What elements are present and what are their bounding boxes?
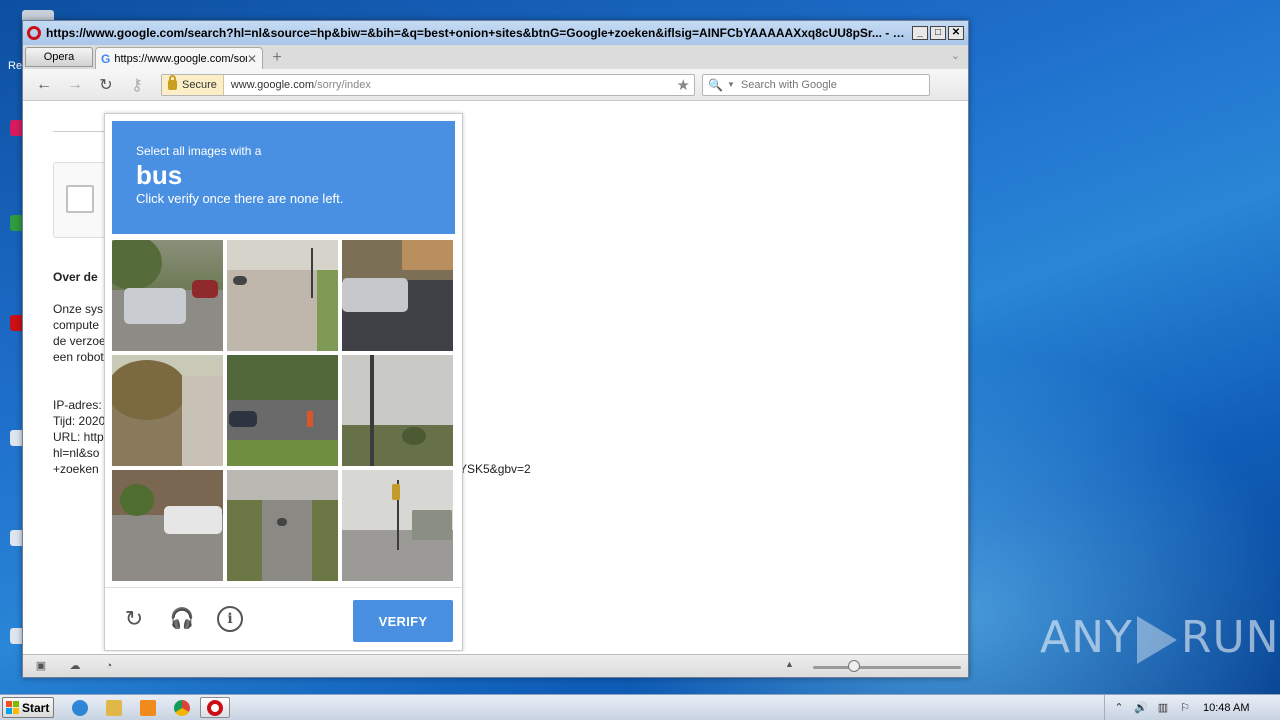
secure-badge[interactable]: Secure — [162, 74, 224, 95]
start-button[interactable]: Start — [2, 697, 54, 718]
address-bar[interactable]: Secure www.google.com/sorry/index ★ — [161, 73, 695, 96]
reload-button[interactable]: ↻ — [95, 75, 117, 95]
clock[interactable]: 10:48 AM — [1203, 702, 1249, 714]
minimize-button[interactable]: _ — [912, 26, 928, 40]
url-line: +zoeken — [53, 462, 99, 476]
opera-window: https://www.google.com/search?hl=nl&sour… — [22, 20, 969, 678]
verify-button[interactable]: VERIFY — [353, 600, 453, 642]
body-line: de verzoe — [53, 334, 106, 348]
url-line: URL: http — [53, 430, 104, 444]
zoom-slider[interactable] — [813, 666, 961, 669]
title-bar[interactable]: https://www.google.com/search?hl=nl&sour… — [23, 21, 968, 45]
watermark-right: RUN — [1180, 612, 1280, 663]
opera-menu-button[interactable]: Opera — [25, 47, 93, 67]
forward-button[interactable]: → — [64, 76, 86, 94]
play-logo-icon — [1136, 616, 1177, 664]
opera-logo-icon — [27, 26, 41, 40]
time-line: Tijd: 2020 — [53, 414, 106, 428]
challenge-header: Select all images with a bus Click verif… — [112, 121, 455, 234]
image-tile[interactable] — [227, 470, 338, 581]
url-line-tail: YSK5&gbv=2 — [459, 462, 531, 476]
zoom-arrow-icon[interactable]: ▲ — [785, 659, 794, 669]
desktop-label-fragment: Re — [8, 60, 23, 72]
image-tile[interactable] — [112, 355, 223, 466]
windows-logo-icon — [6, 701, 19, 714]
watermark-left: ANY — [1040, 612, 1133, 663]
reload-challenge-icon[interactable]: ↻ — [121, 606, 147, 632]
url-line: hl=nl&so — [53, 446, 100, 460]
taskbar-chrome-icon[interactable] — [170, 697, 194, 718]
url-path: /sorry/index — [314, 78, 371, 91]
anyrun-watermark: ANY RUN — [1040, 612, 1280, 664]
volume-icon[interactable]: 🔊 — [1133, 701, 1149, 714]
ip-address-line: IP-adres: — [53, 398, 102, 412]
network-icon[interactable]: ▥ — [1155, 701, 1171, 714]
zoom-slider-thumb[interactable] — [848, 660, 860, 672]
maximize-button[interactable]: □ — [930, 26, 946, 40]
image-tile[interactable] — [342, 355, 453, 466]
taskbar-explorer-icon[interactable] — [102, 697, 126, 718]
tray-expand-icon[interactable]: ⌃ — [1111, 701, 1127, 714]
tab-google-sorry[interactable]: G https://www.google.com/sorry/index ✕ — [95, 47, 263, 69]
taskbar: Start ⌃ 🔊 ▥ ⚐ 10:48 AM — [0, 694, 1280, 720]
url-host: www.google.com — [230, 78, 315, 91]
search-icon: 🔍 — [708, 77, 723, 92]
start-label: Start — [22, 700, 50, 715]
cloud-icon[interactable]: ☁ — [67, 659, 83, 673]
image-tile[interactable] — [342, 240, 453, 351]
body-line: compute — [53, 318, 100, 332]
image-tile[interactable] — [342, 470, 453, 581]
status-bar: ▣ ☁ ◔ ▲ — [23, 654, 968, 677]
window-title: https://www.google.com/search?hl=nl&sour… — [46, 26, 910, 40]
system-tray: ⌃ 🔊 ▥ ⚐ 10:48 AM — [1104, 695, 1280, 720]
lock-icon — [168, 74, 177, 90]
opera-menu-label: Opera — [43, 51, 75, 63]
body-line: Onze sys — [53, 302, 104, 316]
secure-label: Secure — [182, 78, 217, 91]
image-tile[interactable] — [112, 470, 223, 581]
body-line: een robot — [53, 350, 104, 364]
info-icon[interactable]: i — [217, 606, 243, 632]
navigation-toolbar: ← → ↻ ⚷ Secure www.google.com/sorry/inde… — [23, 69, 968, 101]
new-tab-button[interactable]: + — [267, 49, 287, 67]
taskbar-opera-icon[interactable] — [200, 697, 230, 718]
back-button[interactable]: ← — [33, 76, 55, 94]
challenge-instruction: Click verify once there are none left. — [136, 191, 344, 206]
tab-title: https://www.google.com/sorry/index — [114, 52, 247, 65]
image-tile[interactable] — [227, 355, 338, 466]
page-content: Over de Onze sys compute de verzoe een r… — [23, 102, 968, 652]
challenge-subtitle: Select all images with a — [136, 144, 262, 158]
tab-list-chevron-icon[interactable]: ⌄ — [951, 49, 960, 62]
taskbar-media-player-icon[interactable] — [136, 697, 160, 718]
google-favicon-icon: G — [101, 51, 111, 66]
image-tile[interactable] — [227, 240, 338, 351]
image-tile[interactable] — [112, 240, 223, 351]
bookmark-star-icon[interactable]: ★ — [677, 76, 690, 94]
url-text[interactable]: www.google.com/sorry/index — [224, 79, 677, 91]
challenge-object: bus — [136, 160, 183, 190]
taskbar-ie-icon[interactable] — [68, 697, 92, 718]
search-engine-caret-icon[interactable]: ▼ — [727, 80, 735, 89]
tab-bar: Opera G https://www.google.com/sorry/ind… — [23, 45, 968, 69]
about-heading: Over de — [53, 270, 98, 284]
panel-toggle-icon[interactable]: ▣ — [33, 659, 49, 673]
speed-dial-icon[interactable]: ◔ — [101, 659, 117, 673]
search-input[interactable] — [740, 78, 901, 91]
recaptcha-checkbox[interactable] — [66, 185, 94, 213]
wand-key-icon[interactable]: ⚷ — [126, 75, 148, 95]
close-button[interactable]: ✕ — [948, 26, 964, 40]
challenge-footer: ↻ 🎧 i VERIFY — [105, 587, 462, 650]
search-box[interactable]: 🔍 ▼ — [702, 73, 930, 96]
audio-challenge-icon[interactable]: 🎧 — [169, 606, 195, 632]
action-center-flag-icon[interactable]: ⚐ — [1177, 701, 1193, 714]
tab-close-icon[interactable]: ✕ — [247, 52, 257, 66]
recaptcha-challenge: Select all images with a bus Click verif… — [104, 113, 463, 651]
